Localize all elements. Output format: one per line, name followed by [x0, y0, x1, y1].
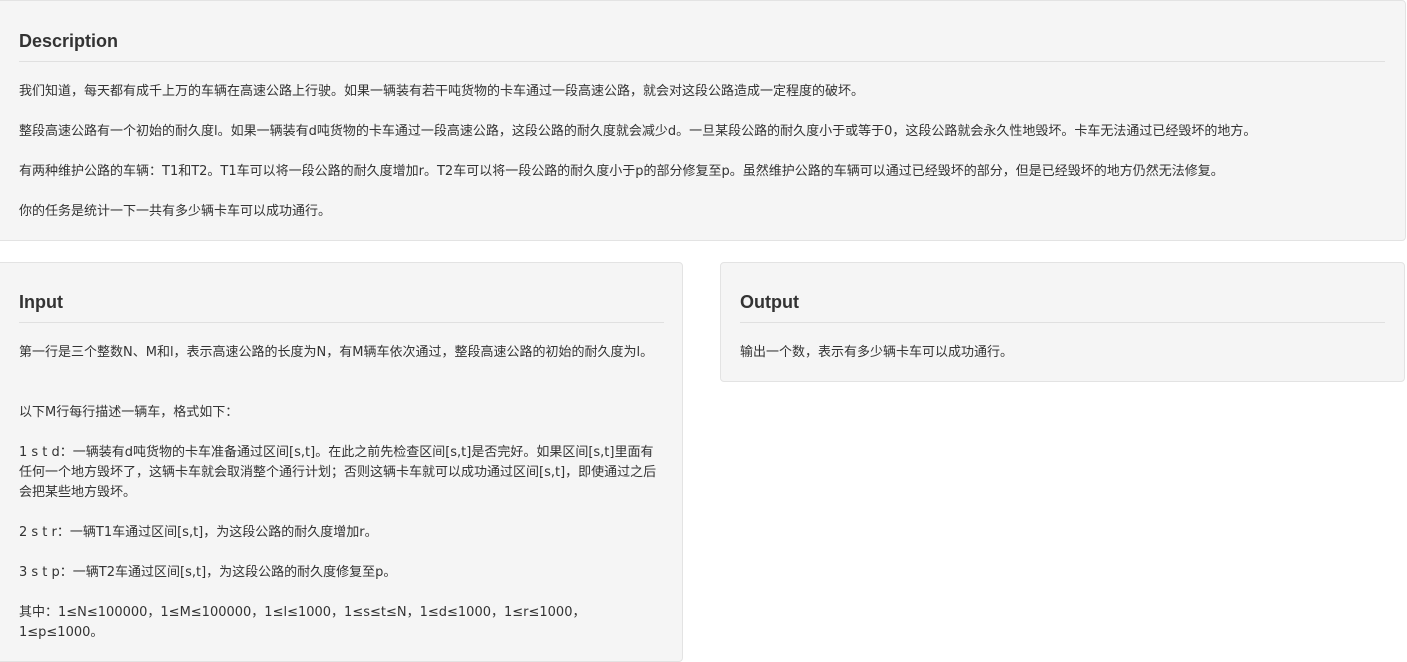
description-paragraph-1: 我们知道，每天都有成千上万的车辆在高速公路上行驶。如果一辆装有若干吨货物的卡车通…	[19, 84, 865, 99]
input-heading: Input	[19, 292, 63, 312]
description-paragraph-2: 整段高速公路有一个初始的耐久度l。如果一辆装有d吨货物的卡车通过一段高速公路，这…	[19, 124, 1257, 139]
input-paragraph-4: 2 s t r：一辆T1车通过区间[s,t]，为这段公路的耐久度增加r。	[19, 525, 378, 540]
input-divider	[19, 322, 664, 323]
description-paragraph-4: 你的任务是统计一下一共有多少辆卡车可以成功通行。	[19, 204, 332, 219]
description-heading: Description	[19, 31, 119, 51]
output-heading: Output	[740, 292, 799, 312]
description-panel: Description 我们知道，每天都有成千上万的车辆在高速公路上行驶。如果一…	[0, 0, 1406, 241]
input-paragraph-6: 其中：1≤N≤100000，1≤M≤100000，1≤l≤1000，1≤s≤t≤…	[19, 605, 586, 640]
description-divider	[19, 61, 1385, 62]
output-paragraph-1: 输出一个数，表示有多少辆卡车可以成功通行。	[740, 345, 1014, 360]
input-paragraph-3: 1 s t d：一辆装有d吨货物的卡车准备通过区间[s,t]。在此之前先检查区间…	[19, 445, 657, 500]
description-paragraph-3: 有两种维护公路的车辆：T1和T2。T1车可以将一段公路的耐久度增加r。T2车可以…	[19, 164, 1224, 179]
input-paragraph-2: 以下M行每行描述一辆车，格式如下：	[19, 405, 239, 420]
output-divider	[740, 322, 1385, 323]
input-paragraph-5: 3 s t p：一辆T2车通过区间[s,t]，为这段公路的耐久度修复至p。	[19, 565, 397, 580]
input-panel: Input 第一行是三个整数N、M和l，表示高速公路的长度为N，有M辆车依次通过…	[0, 262, 683, 662]
input-paragraph-1: 第一行是三个整数N、M和l，表示高速公路的长度为N，有M辆车依次通过，整段高速公…	[19, 345, 654, 360]
output-panel: Output 输出一个数，表示有多少辆卡车可以成功通行。	[720, 262, 1405, 382]
